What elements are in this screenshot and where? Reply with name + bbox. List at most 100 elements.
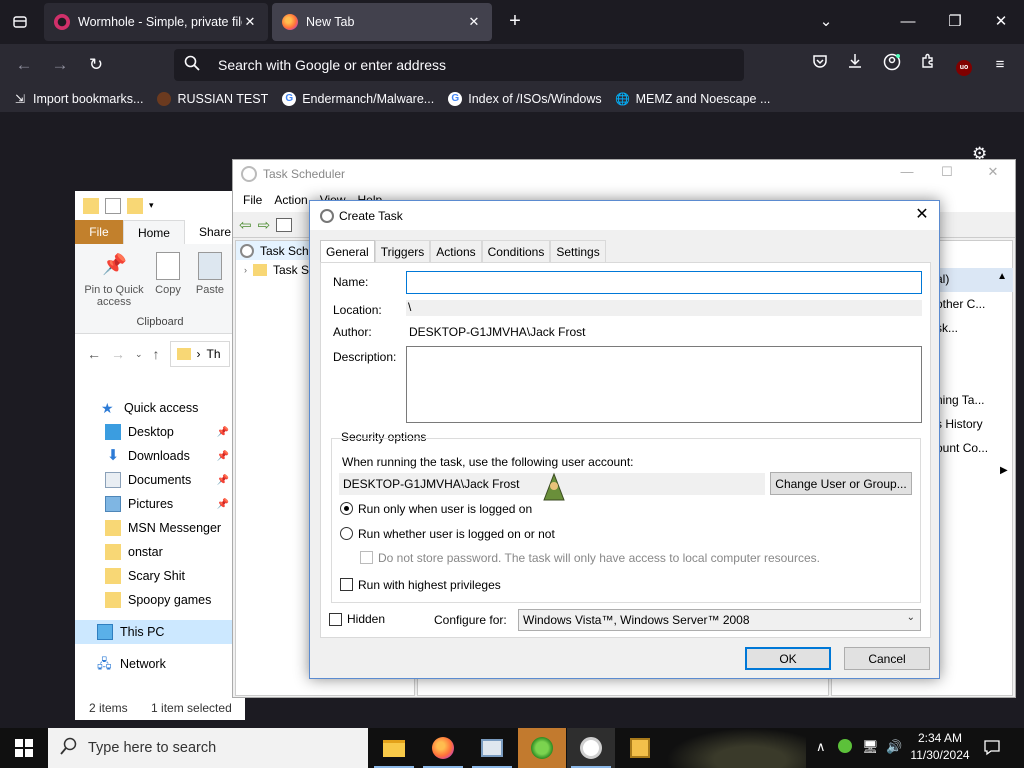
tab-general[interactable]: General [320,240,375,263]
run-whether-radio[interactable] [340,527,353,540]
menu-file[interactable]: File [243,193,262,207]
highest-privileges-label[interactable]: Run with highest privileges [358,578,501,592]
bookmark-memz[interactable]: 🌐 MEMZ and Noescape ... [615,91,770,107]
nav-item-this-pc[interactable]: This PC [75,620,245,644]
tab-actions[interactable]: Actions [430,240,482,262]
back-button[interactable]: ← [12,53,36,77]
tab-list-button[interactable] [8,10,32,34]
up-arrow-icon[interactable]: ↑ [153,346,160,362]
notifications-icon[interactable] [983,738,1001,759]
system-clock[interactable]: 2:34 AM 11/30/2024 [910,730,970,764]
action-item[interactable]: other C... [936,297,985,311]
close-button[interactable]: ✕ [973,164,1013,180]
run-logged-on-label[interactable]: Run only when user is logged on [358,502,532,516]
close-tab-icon[interactable]: ✕ [242,14,258,30]
taskbar-task-manager[interactable] [468,728,516,768]
downloads-icon[interactable] [843,53,867,77]
customize-qat-icon[interactable]: ▾ [149,200,154,211]
paste-button[interactable]: Paste [193,252,227,296]
description-input[interactable] [406,346,922,423]
nav-item-scary-shit[interactable]: Scary Shit [75,564,245,588]
extensions-icon[interactable] [916,53,940,77]
browser-tab-wormhole[interactable]: Wormhole - Simple, private file ✕ [44,3,268,41]
nav-item-onstar[interactable]: onstar [75,540,245,564]
forward-arrow-icon[interactable]: → [111,346,125,362]
tab-settings[interactable]: Settings [550,240,606,262]
taskbar-floppy-save[interactable] [616,728,664,768]
maximize-button[interactable]: ☐ [927,164,967,180]
new-tab-button[interactable]: + [503,10,527,34]
account-icon[interactable] [880,53,904,77]
minimize-button[interactable]: — [887,164,927,179]
submenu-arrow-icon[interactable]: ▶ [1000,465,1008,476]
ribbon-tab-file[interactable]: File [75,220,123,244]
nav-item-desktop[interactable]: Desktop 📌 [75,420,245,444]
url-bar[interactable]: Search with Google or enter address [174,49,744,81]
close-button[interactable]: ✕ [911,205,933,225]
nav-item-pictures[interactable]: Pictures 📌 [75,492,245,516]
change-user-button[interactable]: Change User or Group... [770,472,912,495]
bookmark-index-isos[interactable]: G Index of /ISOs/Windows [447,91,602,107]
pin-to-quick-access-button[interactable]: 📌 Pin to Quick access [83,252,145,308]
taskbar-task-scheduler[interactable] [567,728,615,768]
properties-icon[interactable] [105,197,121,214]
nav-item-quick-access[interactable]: ★ Quick access [75,396,245,420]
action-item[interactable]: ning Ta... [936,393,984,407]
browser-tab-new-tab[interactable]: New Tab ✕ [272,3,492,41]
collapse-arrow-icon[interactable]: ▲ [997,271,1007,282]
ublock-origin-icon[interactable]: uo [952,53,976,77]
taskbar-search-box[interactable]: Type here to search [48,728,368,768]
taskbar-msn-messenger[interactable] [518,728,566,768]
show-hidden-icons-icon[interactable]: ∧ [816,739,826,755]
network-icon[interactable]: 🖥 [862,739,879,755]
address-bar[interactable]: › Th [169,341,230,367]
tab-conditions[interactable]: Conditions [481,240,551,262]
nav-item-msn-messenger[interactable]: MSN Messenger [75,516,245,540]
run-logged-on-radio[interactable] [340,502,353,515]
copy-button[interactable]: Copy [151,252,185,296]
tab-triggers[interactable]: Triggers [374,240,431,262]
forward-arrow-icon[interactable]: ⇨ [258,216,271,234]
close-window-button[interactable]: ✕ [986,10,1016,34]
nav-item-documents[interactable]: Documents 📌 [75,468,245,492]
action-item[interactable]: s History [936,417,983,431]
task-manager-icon [481,739,503,757]
volume-icon[interactable]: 🔊 [886,739,902,755]
minimize-button[interactable]: — [893,10,923,34]
forward-button[interactable]: → [48,53,72,77]
list-all-tabs-button[interactable]: ⌄ [811,10,841,34]
back-arrow-icon[interactable]: ⇦ [239,216,252,234]
nav-item-network[interactable]: 🖧 Network [75,652,245,676]
pocket-icon[interactable] [808,53,832,77]
console-tree-icon[interactable] [276,217,293,232]
reload-button[interactable]: ↻ [84,53,108,77]
taskbar-firefox[interactable] [419,728,467,768]
nav-item-spoopy-games[interactable]: Spoopy games [75,588,245,612]
ok-button[interactable]: OK [745,647,831,670]
msn-tray-icon[interactable] [838,739,852,756]
new-folder-icon[interactable] [127,197,143,214]
configure-for-select[interactable]: Windows Vista™, Windows Server™ 2008 ⌄ [518,609,921,631]
menu-action[interactable]: Action [274,193,307,207]
close-tab-icon[interactable]: ✕ [466,14,482,30]
bookmark-russian-test[interactable]: RUSSIAN TEST [156,91,268,107]
taskbar-file-explorer[interactable] [370,728,418,768]
start-button[interactable] [0,728,48,768]
highest-privileges-checkbox[interactable] [340,578,353,591]
menu-hamburger-icon[interactable]: ≡ [988,53,1012,77]
action-item[interactable]: ount Co... [936,441,988,455]
maximize-button[interactable]: ❐ [940,10,970,34]
bookmark-import[interactable]: ⇲ Import bookmarks... [12,91,143,107]
hidden-checkbox[interactable] [329,613,342,626]
back-arrow-icon[interactable]: ← [87,346,101,362]
no-store-password-checkbox[interactable] [360,551,373,564]
name-input[interactable] [406,271,922,294]
hidden-label[interactable]: Hidden [347,612,385,626]
bookmark-endermanch[interactable]: G Endermanch/Malware... [281,91,434,107]
folder-icon [105,592,121,608]
recent-locations-icon[interactable]: ⌄ [135,349,143,360]
ribbon-tab-home[interactable]: Home [122,220,185,244]
cancel-button[interactable]: Cancel [844,647,930,670]
nav-item-downloads[interactable]: ⬇ Downloads 📌 [75,444,245,468]
run-whether-label[interactable]: Run whether user is logged on or not [358,527,555,541]
